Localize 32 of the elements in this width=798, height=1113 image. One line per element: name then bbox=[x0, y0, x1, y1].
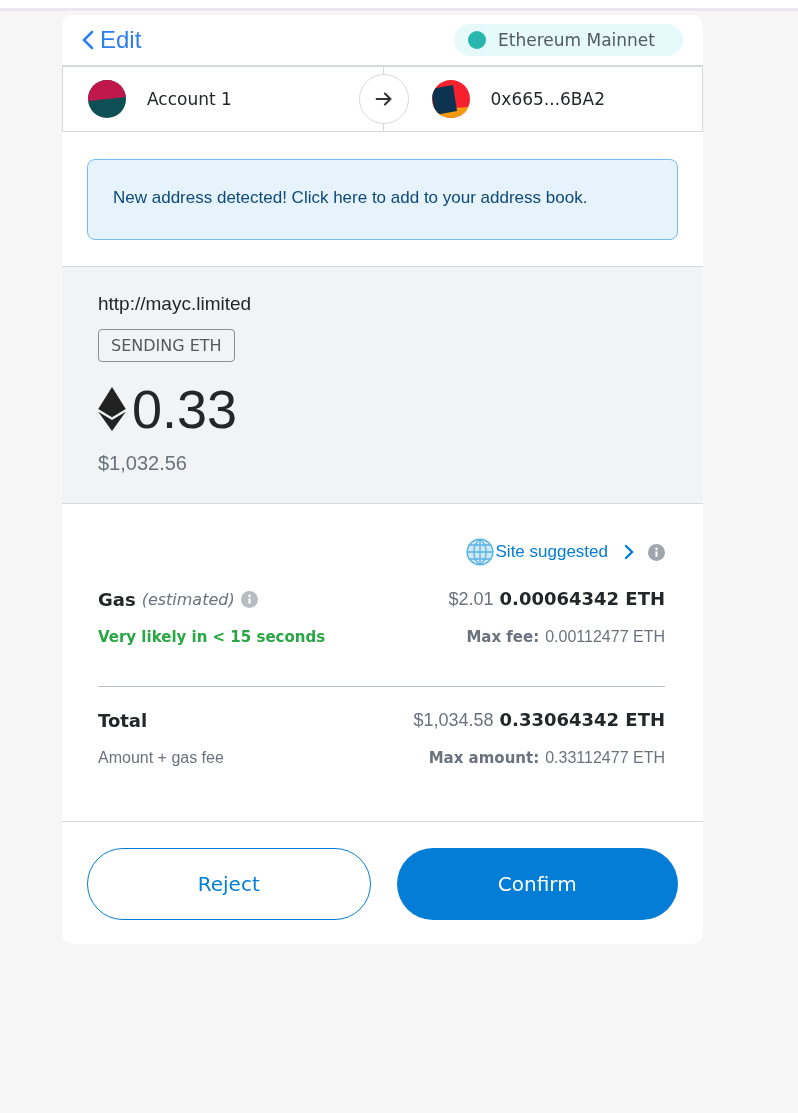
transaction-type-label: SENDING ETH bbox=[98, 329, 235, 362]
max-amount-value: 0.33112477 ETH bbox=[545, 749, 665, 767]
chevron-right-icon bbox=[624, 544, 634, 560]
info-icon[interactable] bbox=[240, 590, 258, 608]
fiat-amount: $1,032.56 bbox=[98, 452, 188, 475]
gas-eth-value: 0.00064342 ETH bbox=[499, 588, 665, 609]
max-fee-value: 0.00112477 ETH bbox=[545, 628, 665, 646]
network-pill[interactable]: Ethereum Mainnet bbox=[454, 24, 683, 56]
total-sublabel: Amount + gas fee bbox=[98, 749, 224, 767]
back-link[interactable]: Edit bbox=[82, 26, 142, 54]
site-origin: http://mayc.limited bbox=[98, 293, 253, 315]
recipient-address[interactable]: 0x665...6BA2 bbox=[490, 89, 605, 109]
new-address-notice[interactable]: New address detected! Click here to add to your address book. bbox=[87, 159, 678, 240]
gas-speed-estimate: Very likely in < 15 seconds bbox=[98, 628, 326, 646]
info-icon[interactable] bbox=[648, 543, 665, 561]
amount-value: 0.33 bbox=[132, 378, 238, 440]
total-label: Total bbox=[98, 709, 148, 731]
confirm-button[interactable]: Confirm bbox=[396, 848, 678, 920]
sender-account-name[interactable]: Account 1 bbox=[147, 89, 232, 109]
reject-button[interactable]: Reject bbox=[87, 848, 371, 920]
total-eth-value: 0.33064342 ETH bbox=[499, 709, 665, 730]
gas-qualifier: (estimated) bbox=[141, 589, 235, 609]
total-fiat-value: $1,034.58 bbox=[413, 710, 494, 731]
chevron-left-icon bbox=[82, 30, 94, 50]
site-suggested-link[interactable]: Site suggested bbox=[465, 538, 634, 566]
max-amount-label: Max amount: bbox=[428, 749, 540, 767]
gas-label: Gas bbox=[98, 588, 136, 610]
globe-icon bbox=[465, 538, 494, 566]
account-avatar-icon bbox=[87, 79, 127, 119]
ethereum-icon bbox=[98, 387, 126, 431]
max-fee-label: Max fee: bbox=[466, 628, 540, 646]
gas-fiat-value: $2.01 bbox=[448, 589, 494, 610]
